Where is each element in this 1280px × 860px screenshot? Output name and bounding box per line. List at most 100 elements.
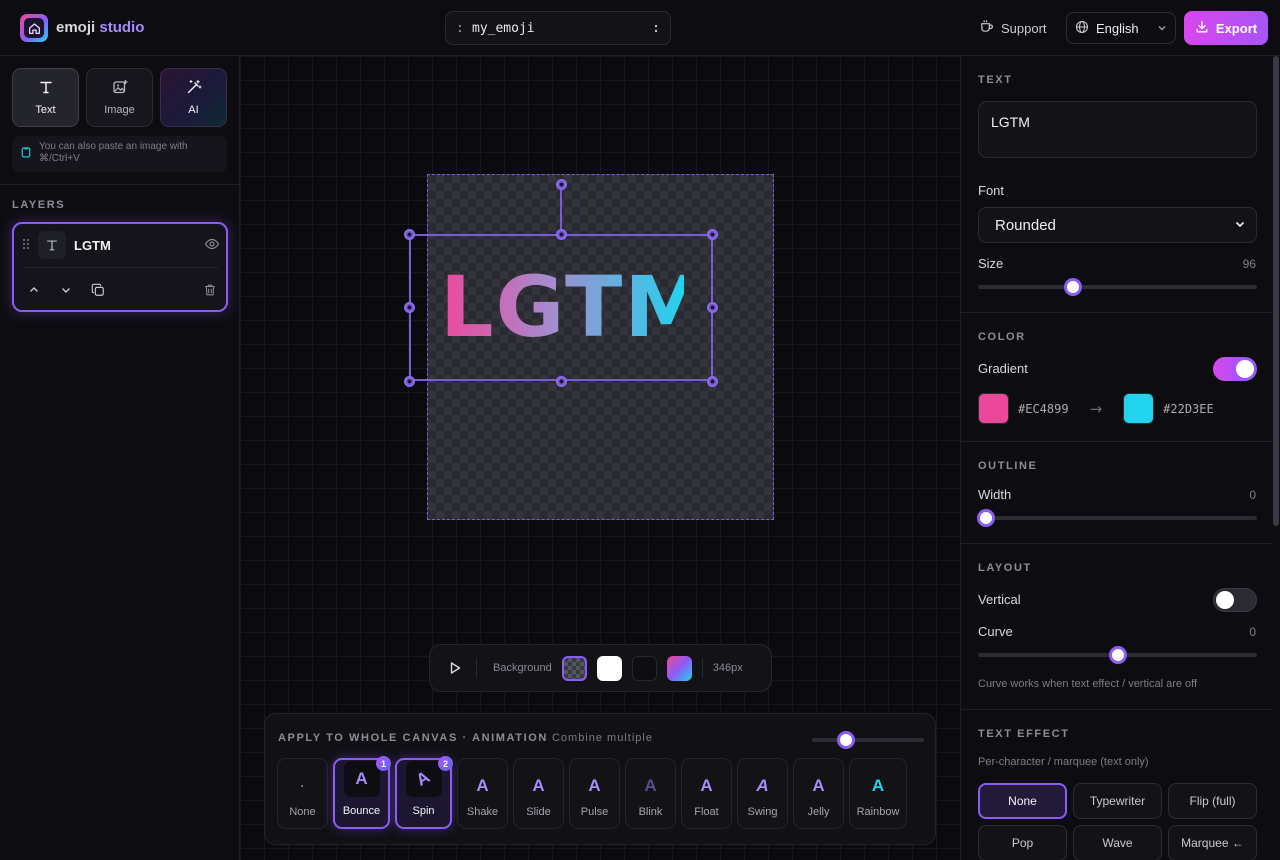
tool-text[interactable]: Text [12, 68, 79, 127]
background-transparent-swatch[interactable] [561, 655, 587, 681]
filename-text[interactable]: my_emoji [472, 21, 652, 36]
app-logo[interactable] [20, 14, 48, 42]
animation-option-slide[interactable]: A Slide [513, 758, 564, 829]
layer-row[interactable]: LGTM [22, 230, 220, 260]
trash-icon[interactable] [202, 282, 218, 298]
support-button[interactable]: Support [979, 19, 1047, 37]
left-panel: Text Image AI You can also paste an imag… [0, 56, 240, 860]
resize-handle-sw[interactable] [404, 376, 415, 387]
toggle-knob [1216, 591, 1234, 609]
text-effect-pop[interactable]: Pop [978, 825, 1067, 860]
text-effect-wave[interactable]: Wave [1073, 825, 1162, 860]
tool-ai[interactable]: AI [160, 68, 227, 127]
layer-separator [24, 267, 218, 268]
size-slider-thumb[interactable] [1063, 278, 1082, 296]
resize-handle-nw[interactable] [404, 229, 415, 240]
resize-handle-s[interactable] [556, 376, 567, 387]
curve-slider[interactable] [978, 646, 1257, 664]
tool-image[interactable]: Image [86, 68, 153, 127]
outline-width-thumb[interactable] [977, 509, 995, 527]
outline-section-title: OUTLINE [978, 460, 1038, 472]
size-value: 96 [1242, 257, 1256, 271]
filename-prefix: : [456, 20, 464, 36]
resize-handle-se[interactable] [707, 376, 718, 387]
gradient-toggle[interactable] [1213, 357, 1257, 381]
play-icon[interactable] [444, 661, 466, 675]
resize-handle-ne[interactable] [707, 229, 718, 240]
duplicate-icon[interactable] [90, 282, 106, 298]
animation-preview-glyph: A [532, 776, 545, 795]
animation-option-shake[interactable]: A Shake [457, 758, 508, 829]
resize-handle-w[interactable] [404, 302, 415, 313]
chevron-down-icon[interactable] [58, 282, 74, 298]
curve-label: Curve [978, 624, 1013, 639]
text-effect-none[interactable]: None [978, 783, 1067, 819]
animation-option-jelly[interactable]: A Jelly [793, 758, 844, 829]
size-slider[interactable] [978, 278, 1257, 296]
text-effect-options: None Typewriter Flip (full) Pop Wave Marquee … [978, 783, 1257, 860]
color-section-title: COLOR [978, 331, 1026, 343]
eye-icon[interactable] [204, 236, 220, 255]
filename-field[interactable]: : my_emoji : [445, 11, 671, 45]
animation-option-blink[interactable]: A Blink [625, 758, 676, 829]
resize-handle-e[interactable] [707, 302, 718, 313]
text-effect-flip-full[interactable]: Flip (full) [1168, 783, 1257, 819]
animation-preview-glyph: · [300, 779, 305, 793]
animation-preview-glyph: A [871, 776, 885, 795]
text-input[interactable]: LGTM [978, 101, 1257, 158]
animation-speed-thumb[interactable] [836, 731, 855, 749]
background-black-swatch[interactable] [631, 655, 657, 681]
download-icon [1195, 20, 1209, 37]
canvas-text[interactable]: LGTM [440, 262, 708, 352]
animation-option-rainbow[interactable]: A Rainbow [849, 758, 907, 829]
color-to-swatch[interactable] [1123, 393, 1155, 424]
animation-preview-glyph: A [700, 776, 713, 795]
background-gradient-swatch[interactable] [666, 655, 692, 681]
curve-value: 0 [1249, 625, 1256, 639]
layer-item[interactable]: LGTM [12, 222, 228, 312]
animation-option-float[interactable]: A Float [681, 758, 732, 829]
brand-name: emoji studio [56, 19, 144, 36]
color-from-hex[interactable]: #EC4899 [1018, 402, 1069, 416]
scrollbar[interactable] [1273, 56, 1279, 526]
animation-preview-glyph: A [812, 776, 825, 795]
toggle-knob [1236, 360, 1254, 378]
outline-width-slider[interactable] [977, 509, 1257, 527]
color-to-hex[interactable]: #22D3EE [1163, 402, 1214, 416]
resize-handle-n[interactable] [556, 229, 567, 240]
animation-preview-glyph: A [413, 767, 434, 790]
chevron-up-icon[interactable] [26, 282, 42, 298]
animation-option-none[interactable]: · None [277, 758, 328, 829]
canvas-stage[interactable]: LGTM Background 346px APPLY TO WHOLE CAN… [240, 56, 960, 860]
background-white-swatch[interactable] [596, 655, 622, 681]
animation-option-label: None [289, 806, 316, 818]
text-effect-marquee[interactable]: Marquee ← [1168, 825, 1257, 860]
rotate-handle[interactable] [556, 179, 567, 190]
drag-handle-icon[interactable] [22, 238, 30, 253]
clipboard-icon [20, 146, 32, 162]
paste-hint-text: You can also paste an image with ⌘/Ctrl+… [39, 141, 188, 164]
font-select[interactable]: Rounded [978, 207, 1257, 243]
vertical-toggle[interactable] [1213, 588, 1257, 612]
text-effect-typewriter[interactable]: Typewriter [1073, 783, 1162, 819]
animation-option-swing[interactable]: A Swing [737, 758, 788, 829]
animation-option-pulse[interactable]: A Pulse [569, 758, 620, 829]
layer-name[interactable]: LGTM [74, 238, 196, 253]
outline-width-label: Width [978, 487, 1012, 502]
animation-option-bounce[interactable]: A Bounce 1 [333, 756, 391, 829]
export-button[interactable]: Export [1184, 11, 1268, 45]
rotation-stem [560, 190, 562, 234]
left-divider [0, 184, 240, 185]
curve-hint: Curve works when text effect / vertical … [978, 678, 1198, 690]
section-divider [961, 441, 1273, 442]
animation-option-spin[interactable]: A Spin 2 [395, 756, 453, 829]
animation-speed-slider[interactable] [812, 731, 924, 749]
font-value: Rounded [995, 216, 1056, 234]
curve-slider-thumb[interactable] [1108, 646, 1127, 664]
arrow-right-icon: → [1089, 399, 1103, 418]
color-from-swatch[interactable] [978, 393, 1009, 424]
vertical-label: Vertical [978, 592, 1021, 607]
language-select[interactable]: English [1066, 12, 1176, 44]
layer-type-text-icon [38, 231, 66, 259]
animation-preview-glyph: A [355, 769, 368, 788]
